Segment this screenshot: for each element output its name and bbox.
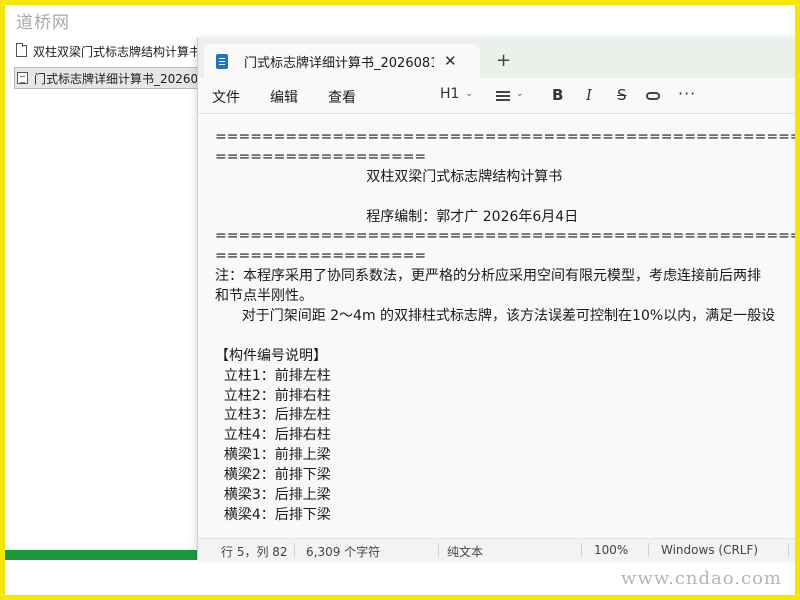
italic-icon[interactable]: I (586, 86, 592, 104)
text-line: 横梁2：前排下梁 (215, 467, 331, 484)
status-zoom[interactable]: 100% (594, 543, 628, 557)
text-line: 横梁3：后排上梁 (215, 487, 331, 504)
notepad-icon (216, 53, 228, 69)
text-line: 横梁4：后排下梁 (215, 506, 331, 523)
text-line: ================== (215, 248, 427, 265)
new-tab-button[interactable]: + (496, 50, 511, 71)
file-list-item-detail-calc[interactable]: 门式标志牌详细计算书_20260816 (14, 67, 204, 89)
watermark: www.cndao.com (621, 568, 782, 589)
document-icon (17, 72, 28, 84)
link-icon (646, 92, 660, 100)
status-divider (648, 543, 649, 557)
text-line: ================== (215, 148, 427, 165)
text-line: 立柱1：前排左柱 (215, 367, 331, 384)
heading-label: H1 (440, 86, 460, 102)
text-line: 对于门架间距 2～4m 的双排柱式标志牌，该方法误差可控制在10%以内，满足一般… (215, 308, 776, 325)
link-button[interactable] (646, 92, 660, 100)
text-line: 程序编制：郭才广 2026年6月4日 (215, 208, 579, 225)
menu-bar: 文件 编辑 查看 H1 ⌄ ⌄ B I S ··· (198, 78, 800, 114)
text-line: 【构件编号说明】 (215, 347, 327, 364)
menu-edit[interactable]: 编辑 (270, 87, 298, 107)
site-logo: 道桥网 (16, 13, 70, 33)
text-line: 和节点半刚性。 (215, 288, 313, 305)
chevron-down-icon: ⌄ (465, 89, 473, 99)
chevron-down-icon: ⌄ (516, 89, 524, 99)
file-list-item-label: 双柱双梁门式标志牌结构计算书 (33, 44, 202, 59)
list-dropdown[interactable]: ⌄ (496, 89, 524, 101)
text-line: 横梁1：前排上梁 (215, 447, 331, 464)
text-line: 立柱2：前排右柱 (215, 387, 331, 404)
text-line (215, 188, 800, 208)
status-divider (294, 543, 295, 557)
status-cursor-position: 行 5，列 82 (221, 545, 288, 559)
list-icon (496, 91, 510, 101)
tab-document[interactable]: 门式标志牌详细计算书_20260816 ✕ (204, 44, 480, 78)
status-format[interactable]: 纯文本 (447, 543, 483, 560)
text-editor[interactable]: ========================================… (198, 114, 800, 532)
heading-dropdown[interactable]: H1 ⌄ (440, 86, 473, 102)
file-list-item-label: 门式标志牌详细计算书_20260816 (34, 71, 204, 86)
folder-icon (16, 43, 27, 57)
status-encoding[interactable]: Windows (CRLF) (661, 543, 758, 557)
menu-file[interactable]: 文件 (212, 87, 240, 107)
text-line: 立柱4：后排右柱 (215, 427, 331, 444)
text-line: 注：本程序采用了协同系数法，更严格的分析应采用空间有限元模型，考虑连接前后两排 (215, 268, 761, 285)
text-line (215, 327, 800, 347)
text-line: 双柱双梁门式标志牌结构计算书 (215, 168, 563, 185)
status-bar: 行 5，列 82 6,309 个字符 纯文本 100% Windows (CRL… (198, 538, 800, 560)
more-icon[interactable]: ··· (678, 84, 696, 103)
tab-title: 门式标志牌详细计算书_20260816 (244, 55, 434, 71)
notepad-window: 门式标志牌详细计算书_20260816 ✕ + 文件 编辑 查看 H1 ⌄ ⌄ … (197, 38, 800, 560)
text-line: ========================================… (215, 129, 800, 145)
strikethrough-icon[interactable]: S (617, 86, 627, 104)
status-char-count: 6,309 个字符 (306, 545, 381, 559)
close-tab-button[interactable]: ✕ (444, 52, 457, 70)
status-divider (438, 543, 439, 557)
green-progress-bar (5, 550, 200, 560)
text-line: ========================================… (215, 228, 800, 245)
background-file-list: 双柱双梁门式标志牌结构计算书 门式标志牌详细计算书_20260816 (14, 40, 204, 94)
menu-view[interactable]: 查看 (328, 87, 356, 107)
file-list-item-calc-book[interactable]: 双柱双梁门式标志牌结构计算书 (14, 40, 204, 62)
tab-bar: 门式标志牌详细计算书_20260816 ✕ + (198, 38, 800, 78)
status-divider (581, 543, 582, 557)
text-line: 立柱3：后排左柱 (215, 407, 331, 424)
status-divider (788, 543, 789, 557)
bold-icon[interactable]: B (552, 86, 563, 104)
